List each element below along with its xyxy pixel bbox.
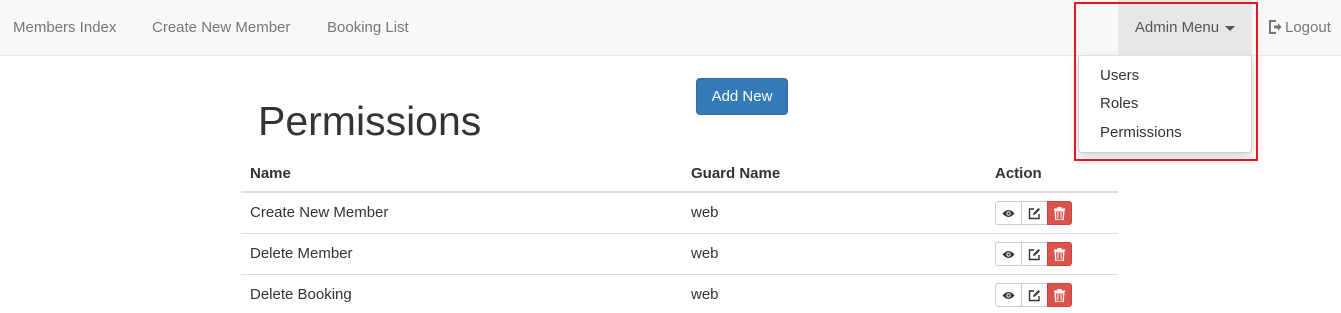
admin-dropdown-menu: Users Roles Permissions bbox=[1078, 56, 1252, 153]
admin-menu-toggle[interactable]: Admin Menu bbox=[1118, 0, 1252, 55]
row-actions bbox=[995, 283, 1072, 307]
logout-icon bbox=[1269, 20, 1282, 34]
edit-button[interactable] bbox=[1021, 242, 1048, 266]
page-title: Permissions bbox=[258, 98, 482, 144]
logout-label: Logout bbox=[1285, 19, 1331, 36]
column-header-guard-name: Guard Name bbox=[691, 165, 781, 182]
edit-button[interactable] bbox=[1021, 283, 1048, 307]
delete-button[interactable] bbox=[1047, 201, 1072, 225]
delete-button[interactable] bbox=[1047, 283, 1072, 307]
view-button[interactable] bbox=[995, 242, 1022, 266]
view-button[interactable] bbox=[995, 283, 1022, 307]
column-header-name: Name bbox=[250, 165, 291, 182]
edit-icon bbox=[1028, 289, 1040, 301]
nav-link-members-index[interactable]: Members Index bbox=[13, 0, 116, 55]
table-row: Create New Member web bbox=[241, 193, 1118, 234]
caret-down-icon bbox=[1225, 25, 1236, 31]
column-header-action: Action bbox=[995, 165, 1042, 182]
table-row: Delete Booking web bbox=[241, 275, 1118, 313]
cell-name: Delete Booking bbox=[250, 286, 352, 303]
edit-button[interactable] bbox=[1021, 201, 1048, 225]
delete-button[interactable] bbox=[1047, 242, 1072, 266]
row-actions bbox=[995, 201, 1072, 225]
dropdown-item-users[interactable]: Users bbox=[1100, 67, 1139, 84]
dropdown-item-permissions[interactable]: Permissions bbox=[1100, 124, 1182, 141]
dropdown-item-roles[interactable]: Roles bbox=[1100, 95, 1138, 112]
cell-guard-name: web bbox=[691, 204, 719, 221]
navbar: Members Index Create New Member Booking … bbox=[0, 0, 1341, 56]
edit-icon bbox=[1028, 207, 1040, 219]
view-button[interactable] bbox=[995, 201, 1022, 225]
logout-link[interactable]: Logout bbox=[1268, 0, 1331, 55]
table-row: Delete Member web bbox=[241, 234, 1118, 275]
cell-name: Create New Member bbox=[250, 204, 389, 221]
row-actions bbox=[995, 242, 1072, 266]
eye-icon bbox=[1002, 209, 1015, 217]
eye-icon bbox=[1002, 250, 1015, 258]
table-header: Name Guard Name Action bbox=[241, 153, 1118, 193]
trash-icon bbox=[1054, 206, 1065, 220]
nav-link-booking-list[interactable]: Booking List bbox=[327, 0, 409, 55]
trash-icon bbox=[1054, 247, 1065, 261]
cell-guard-name: web bbox=[691, 245, 719, 262]
nav-link-create-new-member[interactable]: Create New Member bbox=[152, 0, 290, 55]
cell-name: Delete Member bbox=[250, 245, 353, 262]
trash-icon bbox=[1054, 288, 1065, 302]
add-new-button[interactable]: Add New bbox=[696, 78, 788, 115]
edit-icon bbox=[1028, 248, 1040, 260]
cell-guard-name: web bbox=[691, 286, 719, 303]
admin-menu-label: Admin Menu bbox=[1134, 19, 1220, 36]
eye-icon bbox=[1002, 291, 1015, 299]
permissions-table: Name Guard Name Action Create New Member… bbox=[241, 153, 1118, 313]
